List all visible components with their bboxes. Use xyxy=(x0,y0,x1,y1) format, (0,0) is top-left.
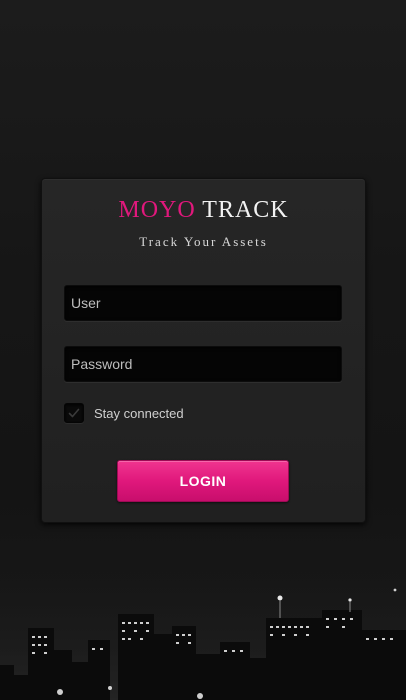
login-screen: MOYO TRACK Track Your Assets Stay connec… xyxy=(0,0,406,700)
stay-connected-checkbox[interactable] xyxy=(64,403,84,423)
login-button[interactable]: LOGIN xyxy=(117,460,289,502)
stay-connected-row: Stay connected xyxy=(64,403,184,423)
logo-track: TRACK xyxy=(202,197,289,223)
password-input[interactable] xyxy=(64,346,342,382)
logo-moyo: MOYO xyxy=(118,197,196,223)
stay-connected-label: Stay connected xyxy=(94,405,184,421)
city-skyline-image xyxy=(0,570,406,700)
check-icon xyxy=(68,408,80,418)
tagline: Track Your Assets xyxy=(139,234,268,249)
app-logo: MOYO TRACK xyxy=(42,197,365,224)
login-card: MOYO TRACK Track Your Assets Stay connec… xyxy=(41,178,366,523)
user-input[interactable] xyxy=(64,285,342,321)
